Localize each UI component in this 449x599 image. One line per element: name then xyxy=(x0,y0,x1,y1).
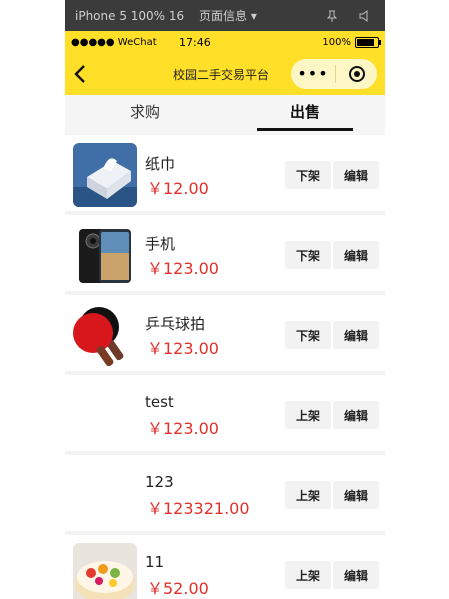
item-name: 123 xyxy=(145,473,174,491)
delist-button[interactable]: 下架 xyxy=(285,241,331,269)
navigation-bar: 校园二手交易平台 ••• xyxy=(65,53,385,95)
list-button[interactable]: 上架 xyxy=(285,481,331,509)
speaker-icon[interactable] xyxy=(359,9,369,22)
page-title: 校园二手交易平台 xyxy=(173,68,270,82)
tab-bar: 求购 出售 xyxy=(65,95,385,135)
page-info-dropdown[interactable]: 页面信息 ▾ xyxy=(199,7,309,24)
list-button[interactable]: 上架 xyxy=(285,401,331,429)
more-icon[interactable]: ••• xyxy=(291,59,335,89)
battery-percent: 100% xyxy=(322,36,351,48)
wechat-header: ●●●●● WeChat 17:46 100% 校园二手交易平台 ••• xyxy=(65,31,385,95)
phone-image xyxy=(73,223,137,287)
item-name: 乒乓球拍 xyxy=(145,315,206,333)
paddle-image xyxy=(73,303,137,367)
tab-buy[interactable]: 求购 xyxy=(65,95,225,135)
item-price: ￥123.00 xyxy=(147,419,219,438)
status-bar: ●●●●● WeChat 17:46 100% xyxy=(65,31,385,53)
battery-icon xyxy=(355,36,381,48)
clock: 17:46 xyxy=(179,35,211,49)
list-item[interactable]: test ￥123.00 上架 编辑 xyxy=(65,375,385,455)
edit-button[interactable]: 编辑 xyxy=(333,401,379,429)
item-name: 手机 xyxy=(145,235,176,253)
delist-button[interactable]: 下架 xyxy=(285,161,331,189)
back-arrow-icon[interactable] xyxy=(73,63,91,85)
empty-thumbnail xyxy=(73,383,137,447)
device-selector[interactable]: iPhone 5 100% 16 xyxy=(65,9,199,23)
edit-button[interactable]: 编辑 xyxy=(333,561,379,589)
item-price: ￥52.00 xyxy=(147,579,209,598)
edit-button[interactable]: 编辑 xyxy=(333,241,379,269)
signal-indicator: ●●●●● WeChat xyxy=(71,36,157,48)
devtools-toolbar: iPhone 5 100% 16 页面信息 ▾ xyxy=(65,0,385,31)
tab-sell[interactable]: 出售 xyxy=(225,95,385,135)
list-item[interactable]: 纸巾 ￥12.00 下架 编辑 xyxy=(65,135,385,215)
list-item[interactable]: 11 ￥52.00 上架 编辑 xyxy=(65,535,385,599)
product-list: 纸巾 ￥12.00 下架 编辑 手机 ￥123.00 下架 编辑 乒乓球拍 ￥1… xyxy=(65,135,385,599)
tissue-image xyxy=(73,143,137,207)
item-price: ￥123.00 xyxy=(147,259,219,278)
pin-icon[interactable] xyxy=(326,10,338,22)
delist-button[interactable]: 下架 xyxy=(285,321,331,349)
phone-screen: iPhone 5 100% 16 页面信息 ▾ ●●●●● WeChat 17:… xyxy=(65,0,385,599)
close-miniprogram-icon[interactable] xyxy=(336,66,377,82)
item-price: ￥123.00 xyxy=(147,339,219,358)
edit-button[interactable]: 编辑 xyxy=(333,161,379,189)
list-button[interactable]: 上架 xyxy=(285,561,331,589)
list-item[interactable]: 123 ￥123321.00 上架 编辑 xyxy=(65,455,385,535)
edit-button[interactable]: 编辑 xyxy=(333,481,379,509)
empty-thumbnail xyxy=(73,463,137,527)
item-name: test xyxy=(145,393,174,411)
item-price: ￥123321.00 xyxy=(147,499,250,518)
cake-image xyxy=(73,543,137,599)
item-name: 11 xyxy=(145,553,165,571)
item-price: ￥12.00 xyxy=(147,179,209,198)
list-item[interactable]: 乒乓球拍 ￥123.00 下架 编辑 xyxy=(65,295,385,375)
edit-button[interactable]: 编辑 xyxy=(333,321,379,349)
menu-capsule: ••• xyxy=(291,59,377,89)
item-name: 纸巾 xyxy=(145,155,176,173)
list-item[interactable]: 手机 ￥123.00 下架 编辑 xyxy=(65,215,385,295)
